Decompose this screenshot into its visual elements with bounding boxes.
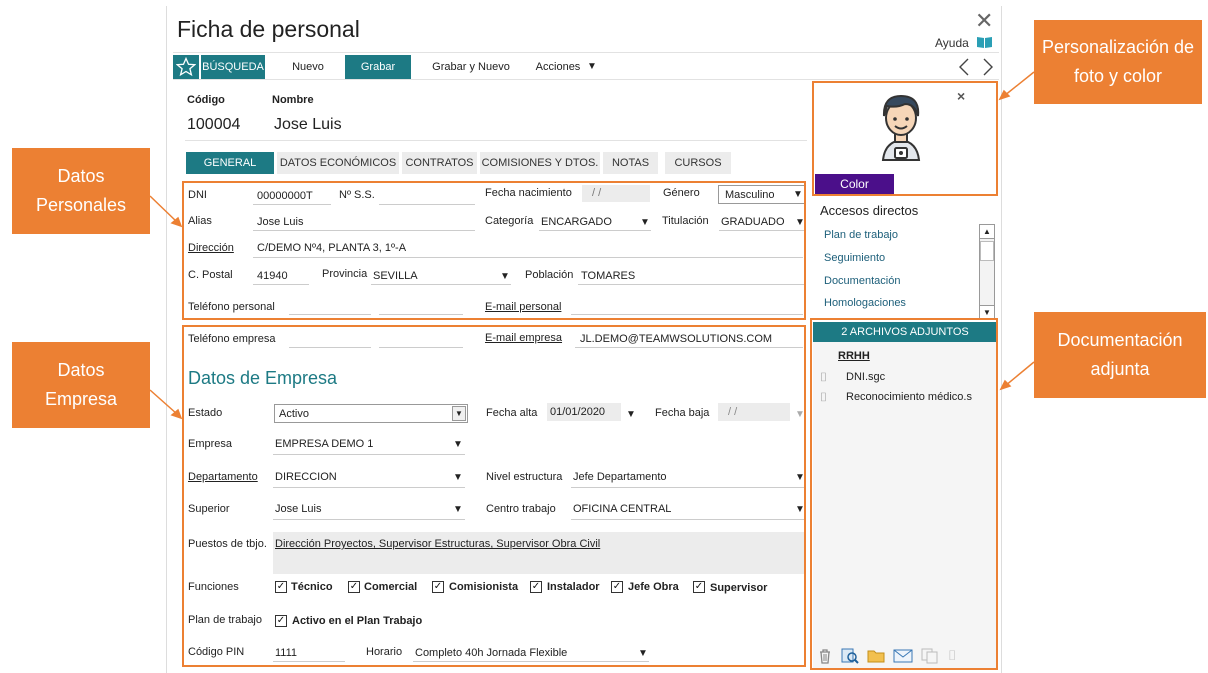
tab-economic-data[interactable]: DATOS ECONÓMICOS bbox=[277, 152, 399, 174]
chevron-right-icon[interactable] bbox=[981, 57, 995, 77]
scroll-down-icon[interactable]: ▼ bbox=[980, 305, 994, 319]
save-button[interactable]: Grabar bbox=[345, 55, 411, 79]
actions-menu[interactable]: Acciones bbox=[533, 55, 583, 79]
help-link[interactable]: Ayuda bbox=[935, 36, 969, 50]
code-label: Código bbox=[187, 94, 225, 106]
callout-personal-text: Datos Personales bbox=[35, 166, 127, 215]
shortcut-tracking[interactable]: Seguimiento bbox=[824, 252, 885, 264]
company-highlight-box bbox=[182, 325, 806, 667]
tab-courses[interactable]: CURSOS bbox=[665, 152, 731, 174]
callout-photo-text: Personalización de foto y color bbox=[1041, 37, 1195, 86]
shortcuts-title: Accesos directos bbox=[820, 203, 919, 218]
callout-company: Datos Empresa bbox=[12, 342, 150, 428]
tab-commissions[interactable]: COMISIONES Y DTOS. bbox=[480, 152, 600, 174]
scroll-thumb[interactable] bbox=[980, 241, 994, 261]
connector-docs bbox=[1004, 361, 1035, 387]
close-icon[interactable]: ✕ bbox=[975, 8, 993, 34]
shortcuts-scrollbar[interactable]: ▲ ▼ bbox=[979, 224, 995, 320]
actions-label: Acciones bbox=[535, 61, 581, 73]
code-value[interactable]: 100004 bbox=[187, 116, 240, 134]
save-and-new-button[interactable]: Grabar y Nuevo bbox=[423, 55, 519, 79]
callout-personal: Datos Personales bbox=[12, 148, 150, 234]
name-label: Nombre bbox=[272, 94, 314, 106]
shortcut-work-plan[interactable]: Plan de trabajo bbox=[824, 229, 898, 241]
favorite-button[interactable] bbox=[173, 55, 199, 79]
scroll-up-icon[interactable]: ▲ bbox=[980, 225, 994, 239]
callout-photo: Personalización de foto y color bbox=[1034, 20, 1202, 104]
star-icon bbox=[175, 56, 197, 77]
toolbar: BÚSQUEDA Nuevo Grabar Grabar y Nuevo Acc… bbox=[173, 52, 999, 80]
tab-notes[interactable]: NOTAS bbox=[603, 152, 658, 174]
connector-photo bbox=[1003, 71, 1035, 97]
new-button[interactable]: Nuevo bbox=[283, 55, 333, 79]
photo-highlight-box bbox=[812, 81, 998, 196]
search-button[interactable]: BÚSQUEDA bbox=[201, 55, 265, 79]
callout-docs-text: Documentación adjunta bbox=[1057, 330, 1183, 379]
shortcut-approvals[interactable]: Homologaciones bbox=[824, 297, 906, 309]
personal-highlight-box bbox=[182, 181, 806, 320]
tab-general[interactable]: GENERAL bbox=[186, 152, 274, 174]
connector-docs-arrowhead bbox=[999, 379, 1012, 391]
tab-contracts[interactable]: CONTRATOS bbox=[402, 152, 477, 174]
window-title: Ficha de personal bbox=[177, 16, 360, 42]
callout-docs: Documentación adjunta bbox=[1034, 312, 1206, 398]
chevron-left-icon[interactable] bbox=[957, 57, 971, 77]
book-icon[interactable] bbox=[977, 36, 992, 48]
shortcut-documentation[interactable]: Documentación bbox=[824, 275, 900, 287]
callout-company-text: Datos Empresa bbox=[44, 360, 118, 409]
docs-highlight-box bbox=[810, 318, 998, 670]
screenshot-stage: Ficha de personal ✕ Ayuda BÚSQUEDA Nuevo… bbox=[0, 0, 1208, 673]
name-value[interactable]: Jose Luis bbox=[274, 116, 342, 134]
caret-down-icon[interactable]: ▼ bbox=[587, 61, 597, 72]
